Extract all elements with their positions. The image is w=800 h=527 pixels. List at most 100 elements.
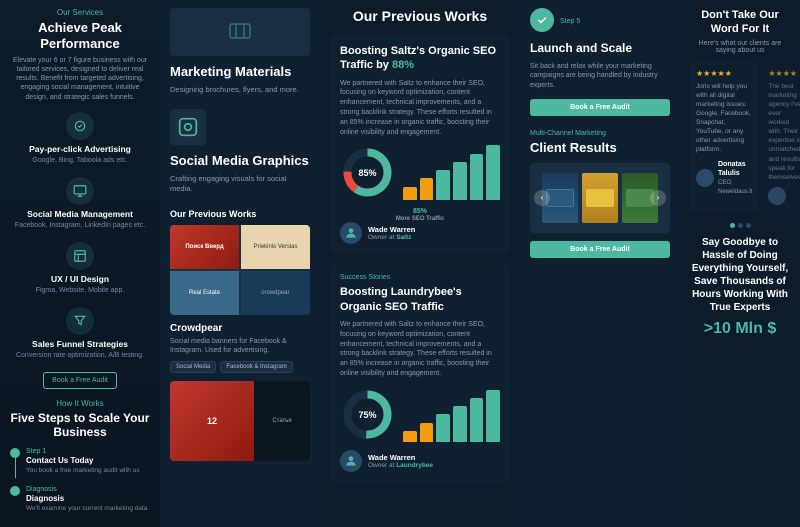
social-graphics-icon (170, 109, 206, 145)
step-2: Diagnosis Diagnosis We'll examine your c… (10, 486, 150, 513)
launch-section: Step 5 Launch and Scale Sit back and rel… (530, 8, 670, 116)
service-ux-title: UX / UI Design (10, 274, 150, 284)
results-carousel: ‹ (530, 163, 670, 233)
story-2-chart: 75% (340, 387, 500, 442)
crowdpear-title: Crowdpear (170, 323, 310, 334)
col1-desc: Elevate your 6 or 7 figure business with… (10, 56, 150, 101)
chart-label-1: 85% More SEO Traffic (340, 208, 500, 222)
service-ppc-desc: Google, Bing, Taboola ads etc. (10, 156, 150, 165)
dont-take-sub: Here's what our clients are saying about… (690, 40, 790, 54)
svg-text:75%: 75% (358, 410, 376, 420)
work-card2-left: 12 (170, 381, 254, 461)
launch-desc: Sit back and relax while your marketing … (530, 62, 670, 91)
author-row-1: Wade Warren Owner at Saltz (340, 222, 500, 244)
work-card2: 12 Статья (170, 381, 310, 461)
testimonial-1-text: Joris will help you with all digital mar… (696, 82, 752, 155)
result-thumb-2 (582, 173, 618, 223)
launch-audit-button[interactable]: Book a Free Audit (530, 99, 670, 116)
stars-1: ★★★★★ (696, 68, 752, 79)
step-2-line (10, 486, 20, 496)
social-mgmt-icon (66, 177, 94, 205)
story-2-text: We partnered with Saltz to enhance their… (340, 320, 500, 379)
col1-services: Our Services Achieve Peak Performance El… (0, 0, 160, 527)
author-row-2: Wade Warren Owner at Laundrybee (340, 450, 500, 472)
author-avatar-1 (340, 222, 362, 244)
tag-social-media: Social Media (170, 361, 216, 373)
launch-icon (530, 8, 554, 32)
client-results-audit-button[interactable]: Book a Free Audit (530, 241, 670, 258)
work-card-grid: Поиск Вверд Priekinis Verslas Real Estat… (170, 225, 310, 315)
step-tag: Step 5 (560, 18, 580, 25)
dot-1 (730, 223, 735, 228)
sales-icon (66, 307, 94, 335)
svg-text:85%: 85% (358, 168, 376, 178)
donut-chart-1: 85% (340, 145, 395, 200)
carousel-dots (690, 223, 790, 228)
testimonial-2: ★★★★ The best marketing agency I've ever… (762, 62, 800, 211)
crowdpear-tags: Social Media Facebook & Instagram (170, 361, 310, 373)
story-1-headline: Boosting Saltz's Organic SEO Traffic by … (340, 44, 500, 73)
say-goodbye-text: Say Goodbye to Hassle of Doing Everythin… (690, 236, 790, 314)
author-name-2: Wade Warren (368, 453, 433, 462)
carousel-content (530, 169, 670, 227)
step-1-content: Step 1 Contact Us Today You book a free … (26, 448, 140, 475)
card-cell-4: crowdpear (241, 271, 310, 315)
testimonial-2-text: The best marketing agency I've ever work… (768, 82, 800, 182)
carousel-left-arrow[interactable]: ‹ (534, 190, 550, 206)
author-info-1: Wade Warren Owner at Saltz (368, 225, 415, 241)
story-card-2: Success Stories Boosting Laundrybee's Or… (330, 264, 510, 481)
step-2-dot (10, 486, 20, 496)
service-ux-desc: Figma, Website, Mobile app. (10, 286, 150, 295)
story-card-1: Boosting Saltz's Organic SEO Traffic by … (330, 34, 510, 254)
author-name-1: Wade Warren (368, 225, 415, 234)
bar-chart-1 (403, 145, 500, 200)
col2-marketing-section: Marketing Materials Designing brochures,… (170, 8, 310, 95)
step-1-dot (10, 448, 20, 458)
crowdpear-desc: Social media banners for Facebook & Inst… (170, 337, 310, 355)
story-1-chart: 85% (340, 145, 500, 200)
prev-works-label: Our Previous Works (170, 209, 310, 219)
col3-prev-works: Our Previous Works Boosting Saltz's Orga… (320, 0, 520, 527)
testi-info-1: Donatas Talulis CEO, Neweldaus.lt (718, 160, 752, 196)
service-social-desc: Facebook, Instagram, LinkedIn pages etc. (10, 221, 150, 230)
card-cell-3: Real Estate (170, 271, 239, 315)
dot-3 (746, 223, 751, 228)
col3-header: Our Previous Works (330, 8, 510, 24)
ten-mln: >10 Mln $ (690, 320, 790, 338)
bar-chart-2 (403, 387, 500, 442)
carousel-right-arrow[interactable]: › (650, 190, 666, 206)
author-role-1: Owner at Saltz (368, 234, 415, 241)
dont-take-title: Don't Take Our Word For It (690, 8, 790, 37)
testi-role-1: CEO, Neweldaus.lt (718, 179, 752, 196)
story-2-headline: Boosting Laundrybee's Organic SEO Traffi… (340, 285, 500, 314)
marketing-title: Marketing Materials (170, 64, 310, 80)
client-results-title: Client Results (530, 140, 670, 155)
tag-facebook: Facebook & Instagram (220, 361, 292, 373)
social-graphics-desc: Crafting engaging visuals for social med… (170, 174, 310, 195)
marketing-image (170, 8, 310, 56)
step-2-num: Diagnosis (26, 486, 147, 493)
step-1-line (10, 448, 20, 478)
success-tag: Success Stories (340, 274, 500, 281)
card-cell-1: Поиск Вверд (170, 225, 239, 269)
step-2-content: Diagnosis Diagnosis We'll examine your c… (26, 486, 147, 513)
service-sales-title: Sales Funnel Strategies (10, 339, 150, 349)
testimonial-1: ★★★★★ Joris will help you with all digit… (690, 62, 758, 211)
testi-avatar-2 (768, 187, 786, 205)
service-sales: Sales Funnel Strategies Conversion rate … (10, 307, 150, 360)
col1-title: Achieve Peak Performance (10, 20, 150, 51)
page-wrapper: Our Services Achieve Peak Performance El… (0, 0, 800, 527)
step-2-title: Diagnosis (26, 494, 147, 503)
col5-testimonials: Don't Take Our Word For It Here's what o… (680, 0, 800, 527)
donut-chart-2: 75% (340, 387, 395, 442)
col1-audit-button[interactable]: Book a Free Audit (43, 372, 117, 389)
col4-launch: Step 5 Launch and Scale Sit back and rel… (520, 0, 680, 527)
client-results-section: Multi-Channel Marketing Client Results ‹ (530, 130, 670, 258)
story-1-text: We partnered with Saltz to enhance their… (340, 79, 500, 138)
testimonials-row: ★★★★★ Joris will help you with all digit… (690, 62, 790, 217)
marketing-desc: Designing brochures, flyers, and more. (170, 85, 310, 96)
ppc-icon (66, 112, 94, 140)
testi-name-1: Donatas Talulis (718, 160, 752, 180)
steps-title: Five Steps to Scale Your Business (10, 411, 150, 440)
step-1-title: Contact Us Today (26, 456, 140, 465)
